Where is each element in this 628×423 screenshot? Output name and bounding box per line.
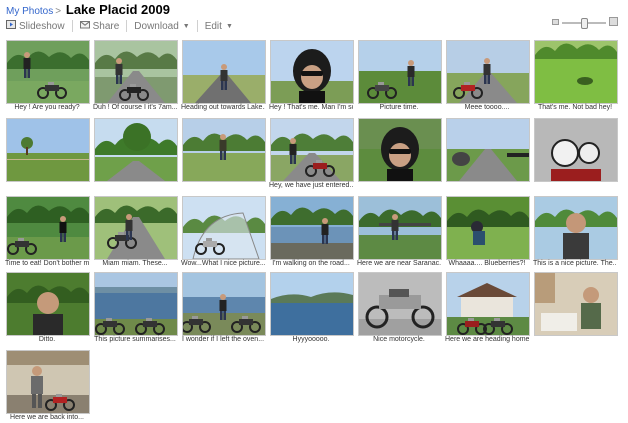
photo-caption[interactable] (93, 181, 177, 191)
photo-thumbnail[interactable] (446, 272, 530, 336)
photo-thumbnail[interactable] (94, 196, 178, 260)
photo-thumbnail[interactable] (94, 40, 178, 104)
photo-caption[interactable]: I wonder if I left the oven... (181, 335, 265, 345)
chevron-down-icon: ▼ (182, 22, 190, 30)
album-header: My Photos > Lake Placid 2009 (6, 2, 170, 17)
photo-thumbnail[interactable] (6, 118, 90, 182)
photo-caption[interactable]: Picture time. (357, 103, 441, 113)
photo-caption[interactable]: This is a nice picture. The... (533, 259, 617, 269)
share-label: Share (92, 20, 120, 32)
photo-caption[interactable]: Duh ! Of course I it's 7am... (93, 103, 177, 113)
share-button[interactable]: Share (79, 20, 120, 32)
photo-caption[interactable]: Hey ! That's me. Man I'm so... (269, 103, 353, 113)
photo-caption[interactable] (445, 181, 529, 191)
photo-thumbnail[interactable] (446, 196, 530, 260)
photo-thumbnail[interactable] (182, 118, 266, 182)
slideshow-icon (6, 20, 16, 32)
photo-thumbnail[interactable] (358, 40, 442, 104)
photo-caption[interactable]: Here we are near Saranac... (357, 259, 441, 269)
download-label: Download (134, 20, 179, 32)
small-thumbnails-icon[interactable] (552, 19, 559, 25)
photo-caption[interactable]: Whaaaa.... Blueberries?! (445, 259, 529, 269)
breadcrumb-my-photos[interactable]: My Photos (6, 6, 53, 17)
share-icon (79, 20, 90, 32)
photo-caption[interactable] (533, 181, 617, 191)
photo-thumbnail[interactable] (534, 118, 618, 182)
breadcrumb-separator: > (55, 6, 62, 17)
photo-caption[interactable]: Here we are heading home... (445, 335, 529, 345)
photo-caption[interactable]: That's me. Not bad hey! (533, 103, 617, 113)
photo-caption[interactable]: Hey, we have just entered... (269, 181, 353, 191)
photo-thumbnail[interactable] (534, 196, 618, 260)
chevron-down-icon: ▼ (225, 22, 233, 30)
toolbar-divider (71, 20, 73, 32)
large-thumbnails-icon[interactable] (609, 17, 618, 26)
photo-thumbnail[interactable] (94, 272, 178, 336)
photo-caption[interactable]: Ditto. (5, 335, 89, 345)
photo-thumbnail[interactable] (270, 40, 354, 104)
photo-thumbnail[interactable] (94, 118, 178, 182)
photo-caption[interactable] (181, 181, 265, 191)
slideshow-button[interactable]: Slideshow (6, 20, 65, 32)
edit-label: Edit (204, 20, 222, 32)
photo-caption[interactable]: Nice motorcycle. (357, 335, 441, 345)
photo-caption[interactable] (5, 181, 89, 191)
photo-caption[interactable]: Here we are back into... (5, 413, 89, 423)
photo-thumbnail[interactable] (534, 272, 618, 336)
photo-thumbnail[interactable] (182, 272, 266, 336)
photo-thumbnail[interactable] (270, 196, 354, 260)
photo-caption[interactable]: I'm walking on the road... (269, 259, 353, 269)
slideshow-label: Slideshow (19, 20, 65, 32)
photo-caption[interactable]: Hyyyooooo. (269, 335, 353, 345)
album-toolbar: Slideshow Share Download ▼ Edit ▼ (6, 18, 233, 34)
photo-thumbnail[interactable] (446, 40, 530, 104)
photo-caption[interactable]: Miam miam. These... (93, 259, 177, 269)
photo-caption[interactable] (533, 335, 617, 345)
photo-caption[interactable]: Meee toooo.... (445, 103, 529, 113)
photo-thumbnail[interactable] (270, 118, 354, 182)
photo-caption[interactable]: This picture summarises... (93, 335, 177, 345)
photo-thumbnail[interactable] (358, 196, 442, 260)
photo-caption[interactable]: Wow...What I nice picture... (181, 259, 265, 269)
download-menu-button[interactable]: Download ▼ (134, 21, 189, 32)
photo-caption[interactable] (357, 181, 441, 191)
photo-thumbnail[interactable] (182, 196, 266, 260)
photo-thumbnail[interactable] (6, 196, 90, 260)
slider-handle[interactable] (581, 18, 588, 29)
photo-thumbnail[interactable] (358, 118, 442, 182)
photo-caption[interactable]: Time to eat! Don't bother me! (5, 259, 89, 269)
photo-thumbnail[interactable] (6, 350, 90, 414)
photo-caption[interactable]: Hey ! Are you ready? (5, 103, 89, 113)
photo-thumbnail[interactable] (182, 40, 266, 104)
edit-menu-button[interactable]: Edit ▼ (205, 21, 233, 32)
photo-thumbnail[interactable] (446, 118, 530, 182)
toolbar-divider (196, 20, 198, 32)
photo-thumbnail[interactable] (6, 40, 90, 104)
toolbar-divider (126, 20, 128, 32)
photo-caption[interactable]: Heading out towards Lake... (181, 103, 265, 113)
photo-thumbnail[interactable] (534, 40, 618, 104)
photo-thumbnail[interactable] (270, 272, 354, 336)
photo-thumbnail[interactable] (6, 272, 90, 336)
thumbnail-size-slider[interactable] (552, 16, 618, 30)
photo-thumbnail[interactable] (358, 272, 442, 336)
album-title: Lake Placid 2009 (65, 2, 170, 17)
